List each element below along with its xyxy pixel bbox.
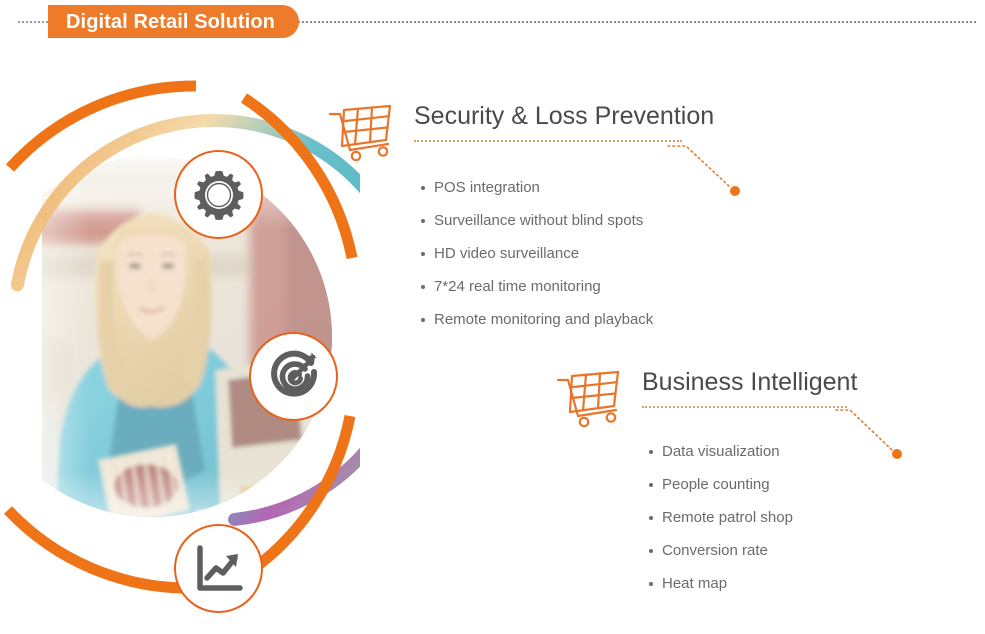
page-title: Digital Retail Solution [66, 10, 275, 33]
list-item: People counting [648, 477, 857, 492]
section-security-title-wrap: Security & Loss Prevention [414, 98, 714, 142]
retail-circle-graphic [0, 40, 360, 634]
section-bi-title-rule [642, 405, 847, 408]
header: Digital Retail Solution [0, 0, 985, 44]
shopping-cart-icon [328, 104, 398, 162]
list-item: Data visualization [648, 444, 857, 459]
section-bi-title: Business Intelligent [642, 368, 858, 396]
node-chart[interactable] [174, 524, 263, 613]
section-bi-header: Business Intelligent [556, 364, 857, 428]
list-item: Conversion rate [648, 543, 857, 558]
section-security: Security & Loss Prevention POS integrati… [328, 98, 714, 345]
section-security-title-rule [414, 139, 682, 142]
section-bi-title-wrap: Business Intelligent [642, 364, 857, 408]
connector-line-security [667, 140, 758, 210]
list-item: Surveillance without blind spots [420, 213, 714, 228]
header-dotted-line-left [18, 21, 52, 23]
connector-line-business-intelligent [835, 404, 926, 474]
slide-canvas: Digital Retail Solution Security & Loss … [0, 0, 985, 634]
node-gear[interactable] [174, 150, 263, 239]
list-item: Remote patrol shop [648, 510, 857, 525]
gear-icon [193, 169, 245, 221]
list-item: Remote monitoring and playback [420, 312, 714, 327]
list-item: 7*24 real time monitoring [420, 279, 714, 294]
section-bi-bullet-list: Data visualization People counting Remot… [648, 444, 857, 591]
list-item: HD video surveillance [420, 246, 714, 261]
header-dotted-line-right [286, 21, 976, 23]
shopping-cart-icon [556, 370, 626, 428]
growth-chart-icon [192, 542, 246, 596]
list-item: Heat map [648, 576, 857, 591]
section-security-header: Security & Loss Prevention [328, 98, 714, 162]
node-target[interactable] [249, 332, 338, 421]
section-security-title: Security & Loss Prevention [414, 102, 715, 130]
section-business-intelligent: Business Intelligent Data visualization … [556, 364, 857, 609]
page-title-badge: Digital Retail Solution [48, 5, 299, 38]
target-arrow-icon [267, 350, 321, 404]
